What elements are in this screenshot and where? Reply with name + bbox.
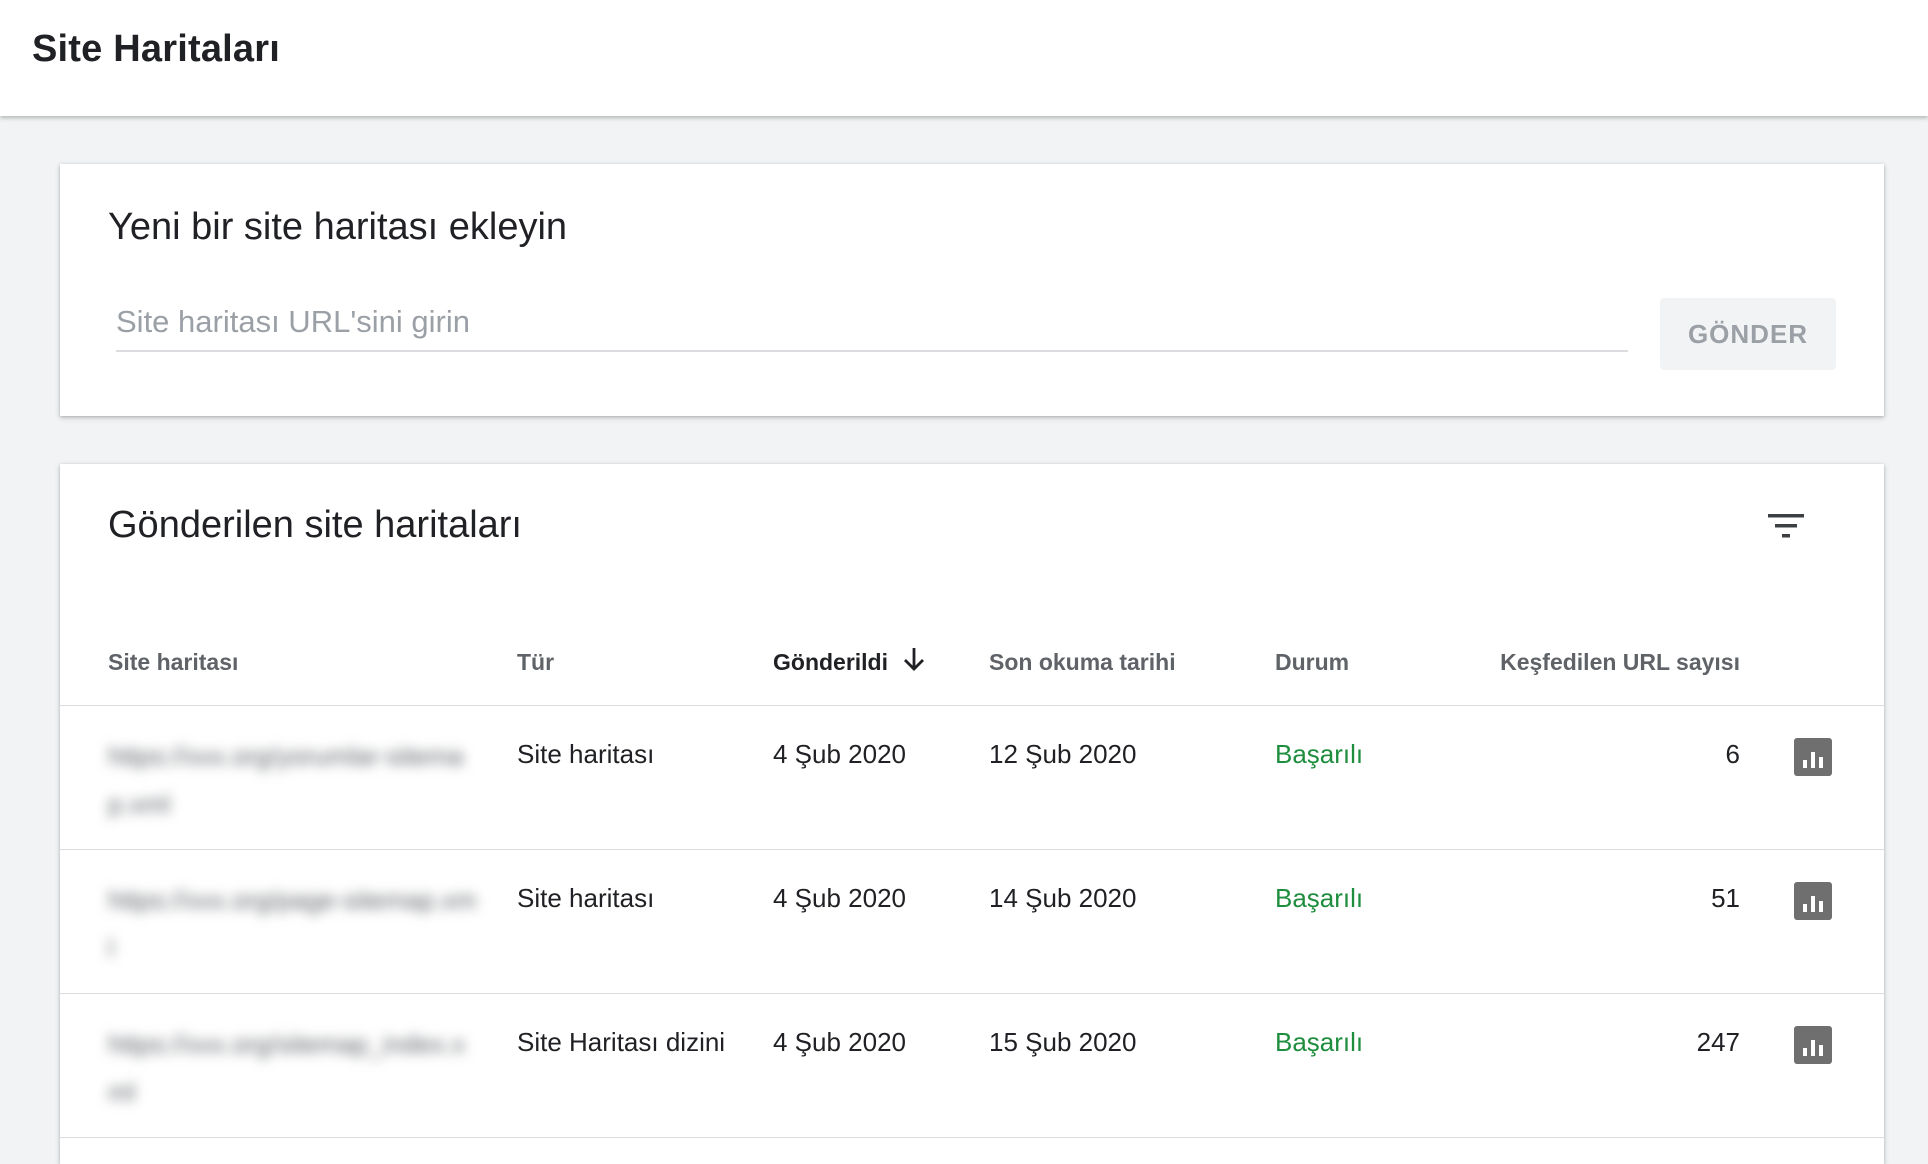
sitemap-url[interactable]: https://xxx.org/yorumlar-sitemap.xml [108, 732, 478, 828]
add-sitemap-title: Yeni bir site haritası ekleyin [108, 206, 568, 248]
row-last-read: 15 Şub 2020 [989, 1027, 1137, 1057]
row-last-read: 12 Şub 2020 [989, 739, 1137, 769]
sitemap-url[interactable]: https://xxx.org/page-sitemap.xml [108, 876, 478, 972]
sitemap-url-field [116, 294, 1628, 352]
filter-button[interactable] [1760, 500, 1812, 552]
row-submitted: 4 Şub 2020 [773, 883, 907, 913]
sitemap-url-input[interactable] [116, 294, 1628, 350]
page-title: Site Haritaları [32, 28, 280, 70]
row-submitted: 4 Şub 2020 [773, 1027, 907, 1057]
submit-button[interactable]: GÖNDER [1660, 298, 1836, 370]
column-header-discovered[interactable]: Keşfedilen URL sayısı [1440, 616, 1740, 706]
row-discovered-count: 247 [1696, 1027, 1740, 1057]
status-badge: Başarılı [1275, 883, 1364, 913]
arrow-down-icon [904, 647, 924, 671]
table-row[interactable]: https://xxx.org/page-sitemap.xml Site ha… [60, 850, 1884, 994]
row-type: Site Haritası dizini [517, 1027, 726, 1057]
table-row[interactable]: https://xxx.org/yorumlar-sitemap.xml Sit… [60, 706, 1884, 850]
bar-chart-icon[interactable] [1794, 738, 1832, 776]
row-discovered-count: 6 [1725, 739, 1740, 769]
column-header-status[interactable]: Durum [1275, 616, 1349, 706]
row-type: Site haritası [517, 883, 655, 913]
submitted-sitemaps-card: Gönderilen site haritaları Site haritası… [60, 464, 1884, 1164]
filter-list-icon [1768, 514, 1804, 538]
table-row[interactable]: https://xxx.org/sitemap_index.xml Site H… [60, 994, 1884, 1138]
submitted-sitemaps-title: Gönderilen site haritaları [108, 504, 522, 546]
add-sitemap-card: Yeni bir site haritası ekleyin GÖNDER [60, 164, 1884, 416]
row-last-read: 14 Şub 2020 [989, 883, 1137, 913]
sitemap-url[interactable]: https://xxx.org/sitemap_index.xml [108, 1020, 478, 1116]
column-header-type[interactable]: Tür [517, 616, 554, 706]
row-type: Site haritası [517, 739, 655, 769]
app-bar: Site Haritaları [0, 0, 1928, 116]
row-discovered-count: 51 [1711, 883, 1740, 913]
row-submitted: 4 Şub 2020 [773, 739, 907, 769]
bar-chart-icon[interactable] [1794, 882, 1832, 920]
column-header-submitted-label: Gönderildi [773, 649, 888, 675]
table-header: Site haritası Tür Gönderildi Son okuma t… [60, 616, 1884, 706]
column-header-last-read[interactable]: Son okuma tarihi [989, 616, 1176, 706]
status-badge: Başarılı [1275, 739, 1364, 769]
column-header-submitted[interactable]: Gönderildi [773, 616, 926, 706]
status-badge: Başarılı [1275, 1027, 1364, 1057]
bar-chart-icon[interactable] [1794, 1026, 1832, 1064]
column-header-sitemap[interactable]: Site haritası [108, 616, 238, 706]
